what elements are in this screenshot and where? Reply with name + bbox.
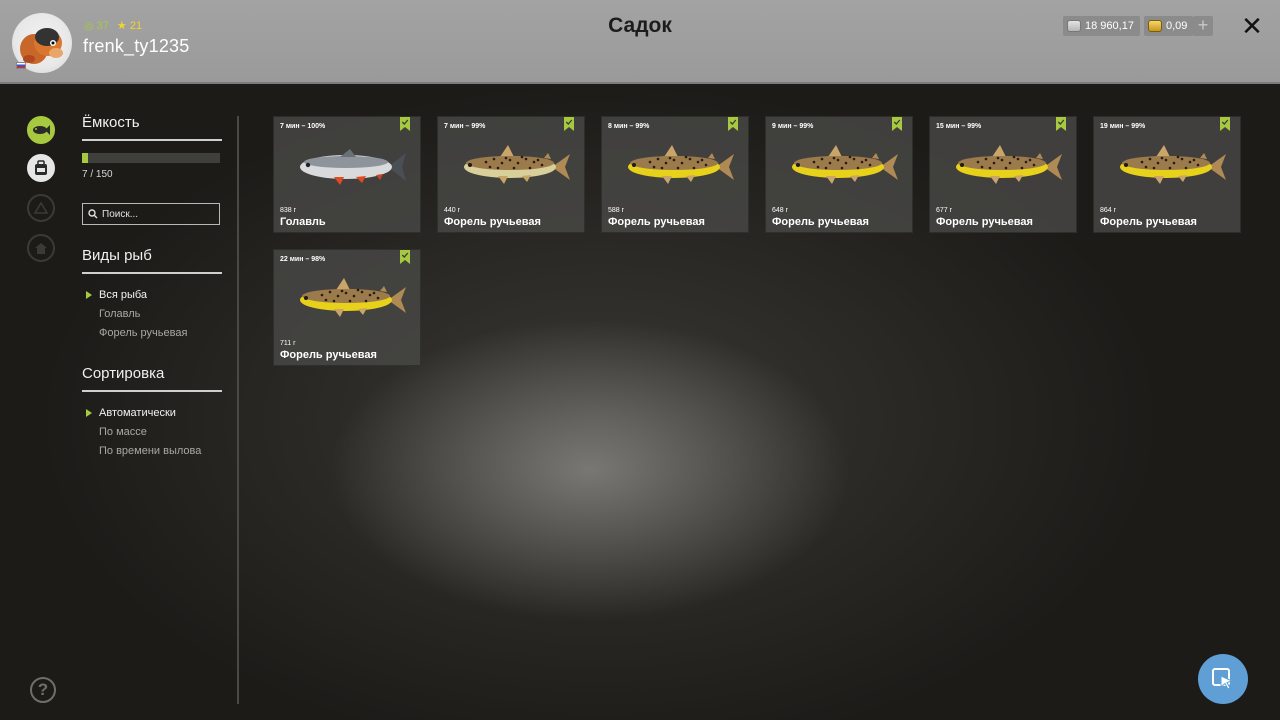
fish-name: Форель ручьевая <box>1100 216 1197 228</box>
sort-option-item[interactable]: Автоматически <box>82 404 222 423</box>
catch-info: 7 мин – 100% <box>280 123 326 130</box>
bookmark-check-icon <box>564 117 574 131</box>
search-input[interactable] <box>102 208 212 220</box>
catch-info: 8 мин – 99% <box>608 123 650 130</box>
trout-fish-image <box>464 145 570 184</box>
fish-weight: 711 г <box>280 340 296 347</box>
trout-fish-image <box>792 145 898 184</box>
silver-balance: 18 960,17 <box>1063 16 1140 36</box>
fish-weight: 440 г <box>444 207 461 214</box>
fish-card[interactable]: 22 мин – 98% 711 г Форель ручьевая <box>273 249 421 366</box>
top-bar: ◎ 37 ★ 21 frenk_ty1235 Садок 18 960,17 0… <box>0 0 1280 84</box>
species-filter-item[interactable]: Вся рыба <box>82 286 222 305</box>
catch-info: 19 мин – 99% <box>1100 123 1146 130</box>
species-filter-item[interactable]: Форель ручьевая <box>82 324 222 343</box>
species-title: Виды рыб <box>82 247 222 274</box>
fish-card[interactable]: 8 мин – 99% 588 г Форель ручьевая <box>601 116 749 233</box>
fish-name: Форель ручьевая <box>444 216 541 228</box>
add-currency-button[interactable]: + <box>1193 16 1213 36</box>
chub-fish-image <box>300 149 406 185</box>
bookmark-check-icon <box>728 117 738 131</box>
sort-option-item[interactable]: По массе <box>82 423 222 442</box>
country-flag-icon <box>16 62 26 69</box>
fish-card[interactable]: 7 мин – 100% 838 г Голавль <box>273 116 421 233</box>
sort-list: Автоматически По массе По времени вылова <box>82 404 222 461</box>
backpack-icon[interactable] <box>27 154 55 182</box>
fish-name: Форель ручьевая <box>936 216 1033 228</box>
fish-weight: 588 г <box>608 207 625 214</box>
species-filter-item[interactable]: Голавль <box>82 305 222 324</box>
species-list: Вся рыба Голавль Форель ручьевая <box>82 286 222 343</box>
fish-card[interactable]: 7 мин – 99% 440 г Форель ручьевая <box>437 116 585 233</box>
fish-card[interactable]: 15 мин – 99% 677 г Форель ручьевая <box>929 116 1077 233</box>
bookmark-check-icon <box>400 250 410 264</box>
cursor-mode-button[interactable] <box>1198 654 1248 704</box>
fish-icon[interactable] <box>27 116 55 144</box>
help-icon[interactable]: ? <box>30 677 56 703</box>
bookmark-check-icon <box>1056 117 1066 131</box>
home-icon[interactable] <box>27 234 55 262</box>
catch-info: 15 мин – 99% <box>936 123 982 130</box>
fish-weight: 864 г <box>1100 207 1117 214</box>
fish-name: Форель ручьевая <box>280 349 377 361</box>
capacity-bar <box>82 153 220 163</box>
fish-weight: 677 г <box>936 207 953 214</box>
bookmark-check-icon <box>1220 117 1230 131</box>
fish-name: Голавль <box>280 216 326 228</box>
silver-coin-icon <box>1067 20 1081 32</box>
bookmark-check-icon <box>892 117 902 131</box>
gold-coin-icon <box>1148 20 1162 32</box>
username: frenk_ty1235 <box>83 36 190 56</box>
trout-fish-image <box>628 145 734 184</box>
search-icon <box>88 209 98 219</box>
capacity-count: 7 / 150 <box>82 169 113 180</box>
catch-info: 22 мин – 98% <box>280 256 326 263</box>
sort-option-item[interactable]: По времени вылова <box>82 442 222 461</box>
camp-icon[interactable] <box>27 194 55 222</box>
gold-amount: 0,09 <box>1166 20 1188 32</box>
cursor-icon <box>1212 668 1234 690</box>
fish-card[interactable]: 19 мин – 99% 864 г Форель ручьевая <box>1093 116 1241 233</box>
filter-panel: Ёмкость 7 / 150 Виды рыб Вся рыбаГолавль… <box>82 114 222 461</box>
fish-weight: 838 г <box>280 207 297 214</box>
gold-balance: 0,09 <box>1144 16 1194 36</box>
sort-title: Сортировка <box>82 365 222 392</box>
catch-info: 9 мин – 99% <box>772 123 814 130</box>
close-button[interactable]: ✕ <box>1240 13 1264 39</box>
fish-weight: 648 г <box>772 207 789 214</box>
silver-amount: 18 960,17 <box>1085 20 1134 32</box>
panel-divider <box>237 116 239 704</box>
fish-name: Форель ручьевая <box>772 216 869 228</box>
capacity-title: Ёмкость <box>82 114 222 141</box>
trout-fish-image <box>1120 145 1226 184</box>
trout-fish-image <box>956 145 1062 184</box>
fish-card[interactable]: 9 мин – 99% 648 г Форель ручьевая <box>765 116 913 233</box>
catch-info: 7 мин – 99% <box>444 123 486 130</box>
fish-name: Форель ручьевая <box>608 216 705 228</box>
trout-fish-image <box>300 278 406 317</box>
search-field[interactable] <box>82 203 220 225</box>
capacity-fill <box>82 153 89 163</box>
bookmark-check-icon <box>400 117 410 131</box>
